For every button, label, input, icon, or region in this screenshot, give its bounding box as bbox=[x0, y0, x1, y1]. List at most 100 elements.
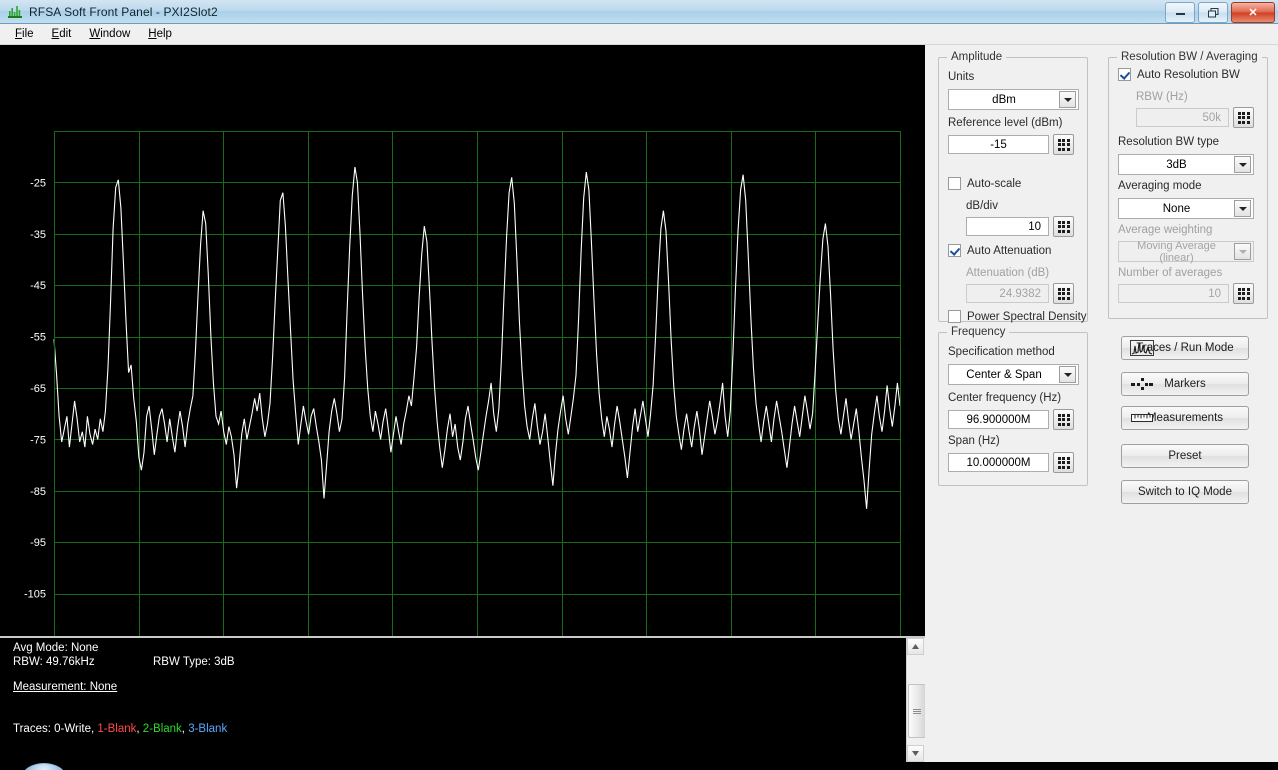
scroll-up-icon[interactable] bbox=[907, 638, 924, 655]
start-orb-icon[interactable] bbox=[22, 763, 66, 770]
traces-label: Traces: bbox=[13, 723, 51, 735]
menu-edit[interactable]: Edit bbox=[43, 26, 81, 42]
trace-3-label: 3-Blank bbox=[188, 723, 228, 735]
chevron-down-icon[interactable] bbox=[1234, 200, 1251, 217]
resolution-bw-group: Resolution BW / Averaging Auto Resolutio… bbox=[1108, 51, 1268, 319]
psd-label: Power Spectral Density bbox=[967, 310, 1087, 323]
reference-level-label: Reference level (dBm) bbox=[948, 117, 1063, 129]
trace-0-label: 0-Write bbox=[54, 723, 91, 735]
reference-level-keypad-icon[interactable] bbox=[1053, 134, 1074, 155]
avg-mode-status: Avg Mode: None bbox=[13, 642, 99, 654]
center-frequency-input[interactable]: 96.900000M bbox=[948, 410, 1049, 429]
spec-method-value: Center & Span bbox=[966, 368, 1042, 381]
menu-window[interactable]: Window bbox=[80, 26, 139, 42]
units-combobox[interactable]: dBm bbox=[948, 89, 1079, 110]
restore-button[interactable] bbox=[1198, 2, 1228, 23]
amplitude-group: Amplitude Units dBm Reference level (dBm… bbox=[938, 51, 1088, 323]
svg-text:-45: -45 bbox=[30, 280, 46, 292]
minimize-button[interactable] bbox=[1165, 2, 1195, 23]
db-div-label: dB/div bbox=[966, 200, 998, 212]
rbw-type-label: Resolution BW type bbox=[1118, 136, 1219, 148]
window-title: RFSA Soft Front Panel - PXI2Slot2 bbox=[29, 4, 218, 19]
svg-text:-85: -85 bbox=[30, 486, 46, 498]
status-pane: Avg Mode: None RBW: 49.76kHz RBW Type: 3… bbox=[0, 636, 925, 762]
grip-icon bbox=[913, 708, 921, 715]
status-pane-scrollbar[interactable] bbox=[906, 638, 926, 762]
rbw-type-status: RBW Type: 3dB bbox=[153, 656, 235, 668]
auto-scale-checkbox[interactable]: Auto-scale bbox=[948, 177, 1021, 190]
auto-resolution-bw-checkbox-box[interactable] bbox=[1118, 68, 1131, 81]
rbw-hz-label: RBW (Hz) bbox=[1136, 91, 1188, 103]
menu-help[interactable]: Help bbox=[139, 26, 181, 42]
traces-run-mode-button[interactable]: Traces / Run Mode bbox=[1121, 336, 1249, 360]
taskbar bbox=[0, 762, 1278, 770]
average-weighting-label: Average weighting bbox=[1118, 224, 1213, 236]
spectrum-graph[interactable]: NATIONAL INSTRUMENTS PXIe-5663 Ref lvl: … bbox=[0, 45, 925, 636]
rbw-type-combobox[interactable]: 3dB bbox=[1118, 154, 1254, 175]
center-frequency-label: Center frequency (Hz) bbox=[948, 392, 1062, 404]
span-keypad-icon[interactable] bbox=[1053, 452, 1074, 473]
measurements-label: Measurements bbox=[1146, 412, 1224, 424]
menu-bar: File Edit Window Help bbox=[0, 24, 1278, 45]
auto-scale-label: Auto-scale bbox=[967, 177, 1022, 190]
chevron-down-icon[interactable] bbox=[1059, 366, 1076, 383]
power-spectral-density-checkbox[interactable]: Power Spectral Density bbox=[948, 310, 1087, 323]
spec-method-combobox[interactable]: Center & Span bbox=[948, 364, 1079, 385]
averaging-mode-combobox[interactable]: None bbox=[1118, 198, 1254, 219]
preset-label: Preset bbox=[1168, 450, 1202, 462]
switch-iq-mode-button[interactable]: Switch to IQ Mode bbox=[1121, 480, 1249, 504]
auto-attenuation-checkbox[interactable]: Auto Attenuation bbox=[948, 244, 1051, 257]
close-button[interactable]: ✕ bbox=[1231, 2, 1275, 23]
attenuation-keypad-icon[interactable] bbox=[1053, 283, 1074, 304]
traces-status: Traces: 0-Write, 1-Blank, 2-Blank, 3-Bla… bbox=[13, 723, 228, 735]
reference-level-input[interactable]: -15 bbox=[948, 135, 1049, 154]
auto-scale-checkbox-box[interactable] bbox=[948, 177, 961, 190]
spectrum-icon bbox=[7, 5, 23, 19]
application-window: RFSA Soft Front Panel - PXI2Slot2 ✕ File… bbox=[0, 0, 1278, 770]
span-input[interactable]: 10.000000M bbox=[948, 453, 1049, 472]
average-weighting-value: Moving Average (linear) bbox=[1137, 239, 1216, 264]
amplitude-group-label: Amplitude bbox=[947, 51, 1007, 63]
auto-resolution-bw-checkbox[interactable]: Auto Resolution BW bbox=[1118, 68, 1240, 81]
svg-text:-25: -25 bbox=[30, 177, 46, 189]
attenuation-input: 24.9382 bbox=[966, 284, 1049, 303]
chevron-down-icon[interactable] bbox=[1059, 91, 1076, 108]
span-label: Span (Hz) bbox=[948, 435, 1000, 447]
svg-text:-75: -75 bbox=[30, 434, 46, 446]
rbw-status: RBW: 49.76kHz bbox=[13, 656, 95, 668]
frequency-group-label: Frequency bbox=[947, 326, 1010, 338]
window-controls: ✕ bbox=[1165, 2, 1275, 23]
ruler-icon bbox=[1130, 410, 1154, 426]
frequency-group: Frequency Specification method Center & … bbox=[938, 326, 1088, 486]
svg-text:-105: -105 bbox=[24, 589, 46, 601]
spec-method-label: Specification method bbox=[948, 346, 1055, 358]
number-of-averages-label: Number of averages bbox=[1118, 267, 1223, 279]
averaging-mode-value: None bbox=[1162, 202, 1191, 215]
rbw-keypad-icon[interactable] bbox=[1233, 107, 1254, 128]
auto-resolution-bw-label: Auto Resolution BW bbox=[1137, 68, 1240, 81]
preset-button[interactable]: Preset bbox=[1121, 444, 1249, 468]
markers-label: Markers bbox=[1164, 378, 1206, 390]
plot-canvas[interactable]: -25-35-45-55-65-75-85-95-105-115 -5M-4M-… bbox=[0, 45, 925, 636]
trace-2-label: 2-Blank bbox=[142, 723, 182, 735]
switch-iq-mode-label: Switch to IQ Mode bbox=[1138, 486, 1232, 498]
title-bar: RFSA Soft Front Panel - PXI2Slot2 ✕ bbox=[0, 0, 1278, 24]
scroll-down-icon[interactable] bbox=[907, 745, 924, 762]
measurements-button[interactable]: Measurements bbox=[1121, 406, 1249, 430]
averaging-mode-label: Averaging mode bbox=[1118, 180, 1202, 192]
psd-checkbox-box[interactable] bbox=[948, 310, 961, 323]
svg-text:-55: -55 bbox=[30, 332, 46, 344]
scroll-thumb[interactable] bbox=[908, 684, 926, 738]
number-of-averages-keypad-icon[interactable] bbox=[1233, 283, 1254, 304]
db-div-input[interactable]: 10 bbox=[966, 217, 1049, 236]
measurement-status[interactable]: Measurement: None bbox=[13, 681, 117, 693]
db-div-keypad-icon[interactable] bbox=[1053, 216, 1074, 237]
markers-button[interactable]: Markers bbox=[1121, 372, 1249, 396]
center-frequency-keypad-icon[interactable] bbox=[1053, 409, 1074, 430]
attenuation-label: Attenuation (dB) bbox=[966, 267, 1050, 279]
auto-attenuation-checkbox-box[interactable] bbox=[948, 244, 961, 257]
traces-icon bbox=[1130, 340, 1154, 356]
svg-text:-65: -65 bbox=[30, 383, 46, 395]
chevron-down-icon[interactable] bbox=[1234, 156, 1251, 173]
menu-file[interactable]: File bbox=[6, 26, 43, 42]
